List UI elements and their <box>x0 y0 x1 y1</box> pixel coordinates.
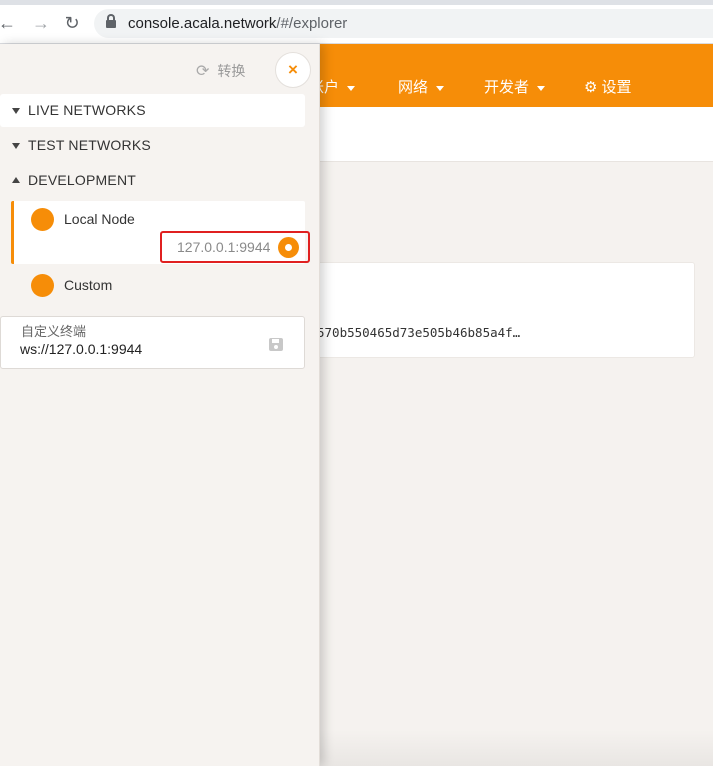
url-path: /#/explorer <box>276 15 348 32</box>
endpoint-url: 127.0.0.1:9944 <box>177 239 271 255</box>
switch-label: 转换 <box>217 63 246 79</box>
lock-icon <box>106 14 116 29</box>
bottom-shadow <box>320 730 713 766</box>
custom-endpoint-input[interactable] <box>20 341 260 357</box>
menu-developer[interactable]: 开发者 <box>484 76 546 97</box>
forward-icon[interactable]: → <box>31 12 51 34</box>
app-header: 账户 网络 开发者 ⚙ 设置 <box>300 44 713 107</box>
group-test-networks[interactable]: TEST NETWORKS <box>0 129 305 162</box>
tab-strip <box>0 0 713 5</box>
caret-down-icon <box>12 108 20 114</box>
group-label: DEVELOPMENT <box>28 172 136 188</box>
menu-settings[interactable]: ⚙ 设置 <box>584 76 631 97</box>
group-live-networks[interactable]: LIVE NETWORKS <box>0 94 305 127</box>
url-text[interactable]: console.acala.network/#/explorer <box>128 15 347 32</box>
address-bar[interactable]: console.acala.network/#/explorer <box>94 9 713 38</box>
refresh-icon: ⟳ <box>196 63 210 80</box>
network-sidebar: ⟳ 转换 × LIVE NETWORKS TEST NETWORKS DEVELO… <box>0 44 320 766</box>
url-host: console.acala.network <box>128 15 277 32</box>
group-label: TEST NETWORKS <box>28 137 151 153</box>
radio-selected-icon[interactable] <box>278 237 299 258</box>
node-label: Local Node <box>64 211 135 227</box>
back-icon[interactable]: ← <box>0 12 17 34</box>
node-local[interactable]: Local Node 127.0.0.1:9944 <box>11 201 310 264</box>
custom-endpoint-label: 自定义终端 <box>21 324 87 339</box>
content-card: 570b550465d73e505b46b85a4f… <box>300 262 695 358</box>
menu-settings-label: 设置 <box>601 79 632 96</box>
save-icon[interactable] <box>269 338 283 351</box>
switch-button[interactable]: ⟳ 转换 <box>196 61 245 81</box>
browser-toolbar: ← → ↻ console.acala.network/#/explorer <box>0 0 713 44</box>
node-custom[interactable]: Custom <box>14 269 305 303</box>
block-hash[interactable]: 570b550465d73e505b46b85a4f… <box>317 325 520 340</box>
network-logo-icon <box>31 208 54 231</box>
chevron-down-icon <box>347 85 356 91</box>
chevron-down-icon <box>537 85 546 91</box>
group-label: LIVE NETWORKS <box>28 102 146 118</box>
endpoint-option[interactable]: 127.0.0.1:9944 <box>160 231 310 263</box>
menu-network-label: 网络 <box>398 79 429 96</box>
custom-endpoint-field: 自定义终端 <box>0 316 305 369</box>
menu-developer-label: 开发者 <box>484 79 530 96</box>
gear-icon: ⚙ <box>584 79 598 96</box>
caret-up-icon <box>12 177 20 183</box>
group-development[interactable]: DEVELOPMENT <box>0 164 305 197</box>
network-logo-icon <box>31 274 54 297</box>
chevron-down-icon <box>436 85 445 91</box>
node-label: Custom <box>64 277 113 293</box>
caret-down-icon <box>12 143 20 149</box>
close-button[interactable]: × <box>275 52 311 88</box>
reload-icon[interactable]: ↻ <box>62 12 82 34</box>
sub-header <box>300 107 713 162</box>
menu-network[interactable]: 网络 <box>398 76 445 97</box>
